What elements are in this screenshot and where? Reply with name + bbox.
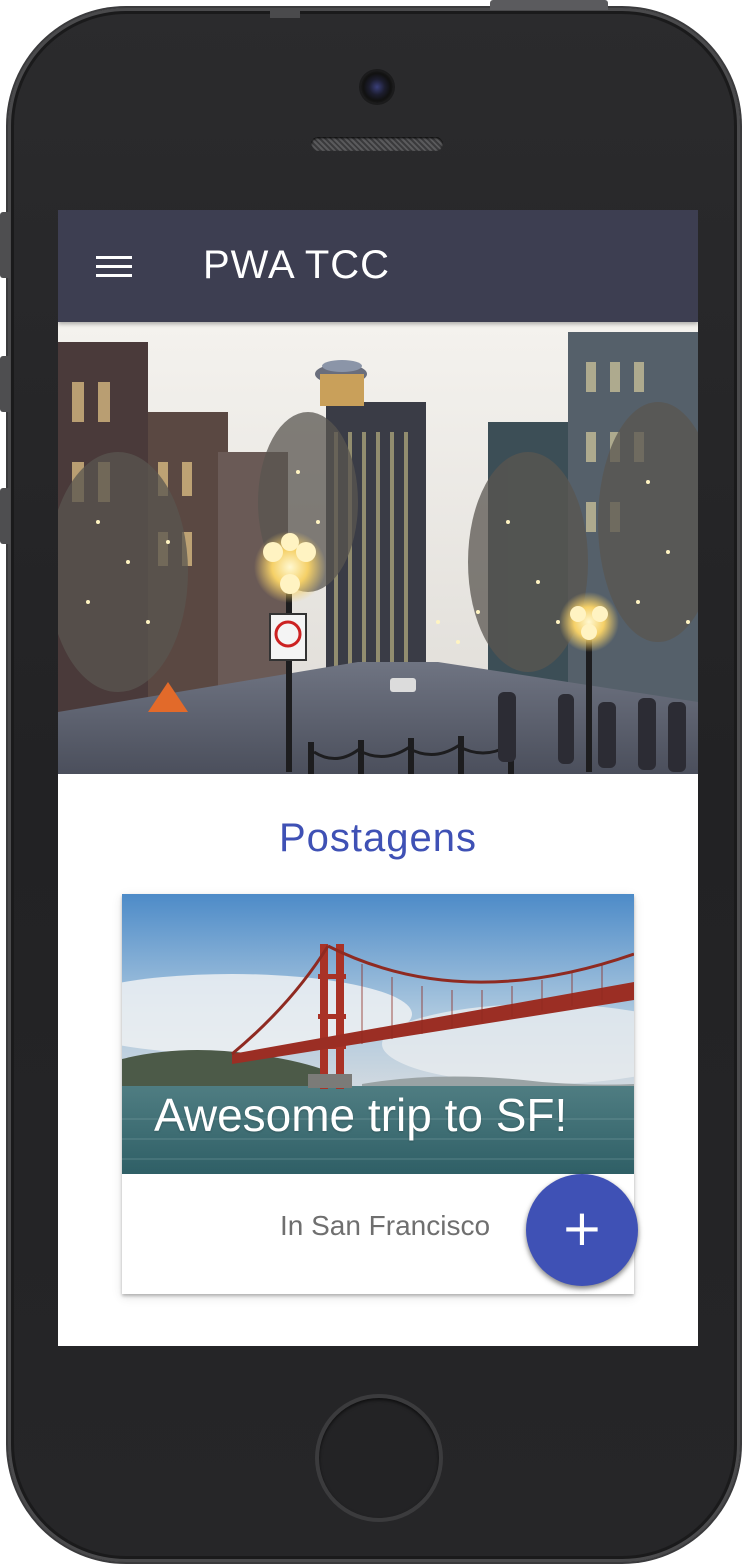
- phone-power-button: [490, 0, 608, 10]
- card-image: Awesome trip to SF!: [122, 894, 634, 1174]
- app-title: PWA TCC: [203, 243, 391, 287]
- phone-volume-down-button: [0, 488, 10, 544]
- add-post-button[interactable]: +: [526, 1174, 638, 1286]
- earpiece-speaker: [311, 137, 443, 151]
- home-button[interactable]: [315, 1394, 443, 1522]
- phone-top-detail: [270, 8, 300, 18]
- phone-volume-up-button: [0, 356, 10, 412]
- section-title: Postagens: [278, 816, 478, 860]
- app-bar: PWA TCC: [58, 210, 698, 322]
- card-title: Awesome trip to SF!: [154, 1089, 568, 1141]
- phone-mute-switch: [0, 212, 10, 278]
- plus-icon: +: [561, 1199, 603, 1257]
- front-camera: [361, 71, 393, 103]
- hero-image: [58, 322, 698, 774]
- app-screen: PWA TCC Postagens Awesome trip to SF! In…: [58, 210, 698, 1346]
- hamburger-menu-icon[interactable]: [96, 256, 132, 278]
